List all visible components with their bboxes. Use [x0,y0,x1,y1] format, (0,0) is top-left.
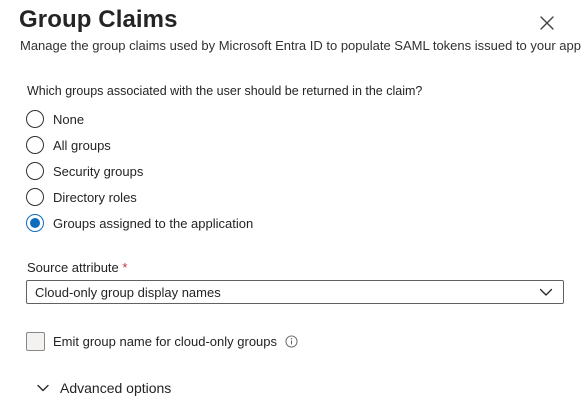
radio-circle[interactable] [26,110,44,128]
source-attribute-label-text: Source attribute [27,260,119,275]
source-attribute-label: Source attribute * [27,260,127,275]
radio-label: Directory roles [53,189,137,205]
radio-label: All groups [53,137,111,153]
radio-circle[interactable] [26,162,44,180]
radio-circle-checked[interactable] [26,214,44,232]
radio-all-groups[interactable]: All groups [26,132,253,158]
close-icon [540,16,554,30]
radio-label: None [53,111,85,127]
radio-circle[interactable] [26,188,44,206]
radio-circle[interactable] [26,136,44,154]
chevron-down-icon [37,384,49,392]
source-attribute-dropdown[interactable]: Cloud-only group display names [26,280,564,304]
radio-label: Groups assigned to the application [53,215,254,231]
radio-none[interactable]: None [26,106,253,132]
chevron-down-icon [539,288,553,296]
emit-group-name-row: Emit group name for cloud-only groups [26,332,298,351]
radio-groups-assigned[interactable]: Groups assigned to the application [26,210,253,236]
info-icon[interactable] [285,335,298,348]
page-subtitle: Manage the group claims used by Microsof… [20,38,581,53]
emit-group-name-checkbox[interactable] [26,332,45,351]
groups-question: Which groups associated with the user sh… [27,84,423,98]
advanced-options-label: Advanced options [60,380,172,396]
emit-group-name-label: Emit group name for cloud-only groups [53,334,278,349]
source-attribute-value: Cloud-only group display names [35,284,221,300]
radio-label: Security groups [53,163,144,179]
radio-directory-roles[interactable]: Directory roles [26,184,253,210]
close-button[interactable] [536,12,558,34]
page-title: Group Claims [19,6,178,33]
advanced-options-toggle[interactable]: Advanced options [36,380,171,396]
groups-radio-group: None All groups Security groups Director… [26,106,253,236]
radio-security-groups[interactable]: Security groups [26,158,253,184]
radio-selected-dot [30,218,40,228]
required-marker: * [122,260,128,275]
